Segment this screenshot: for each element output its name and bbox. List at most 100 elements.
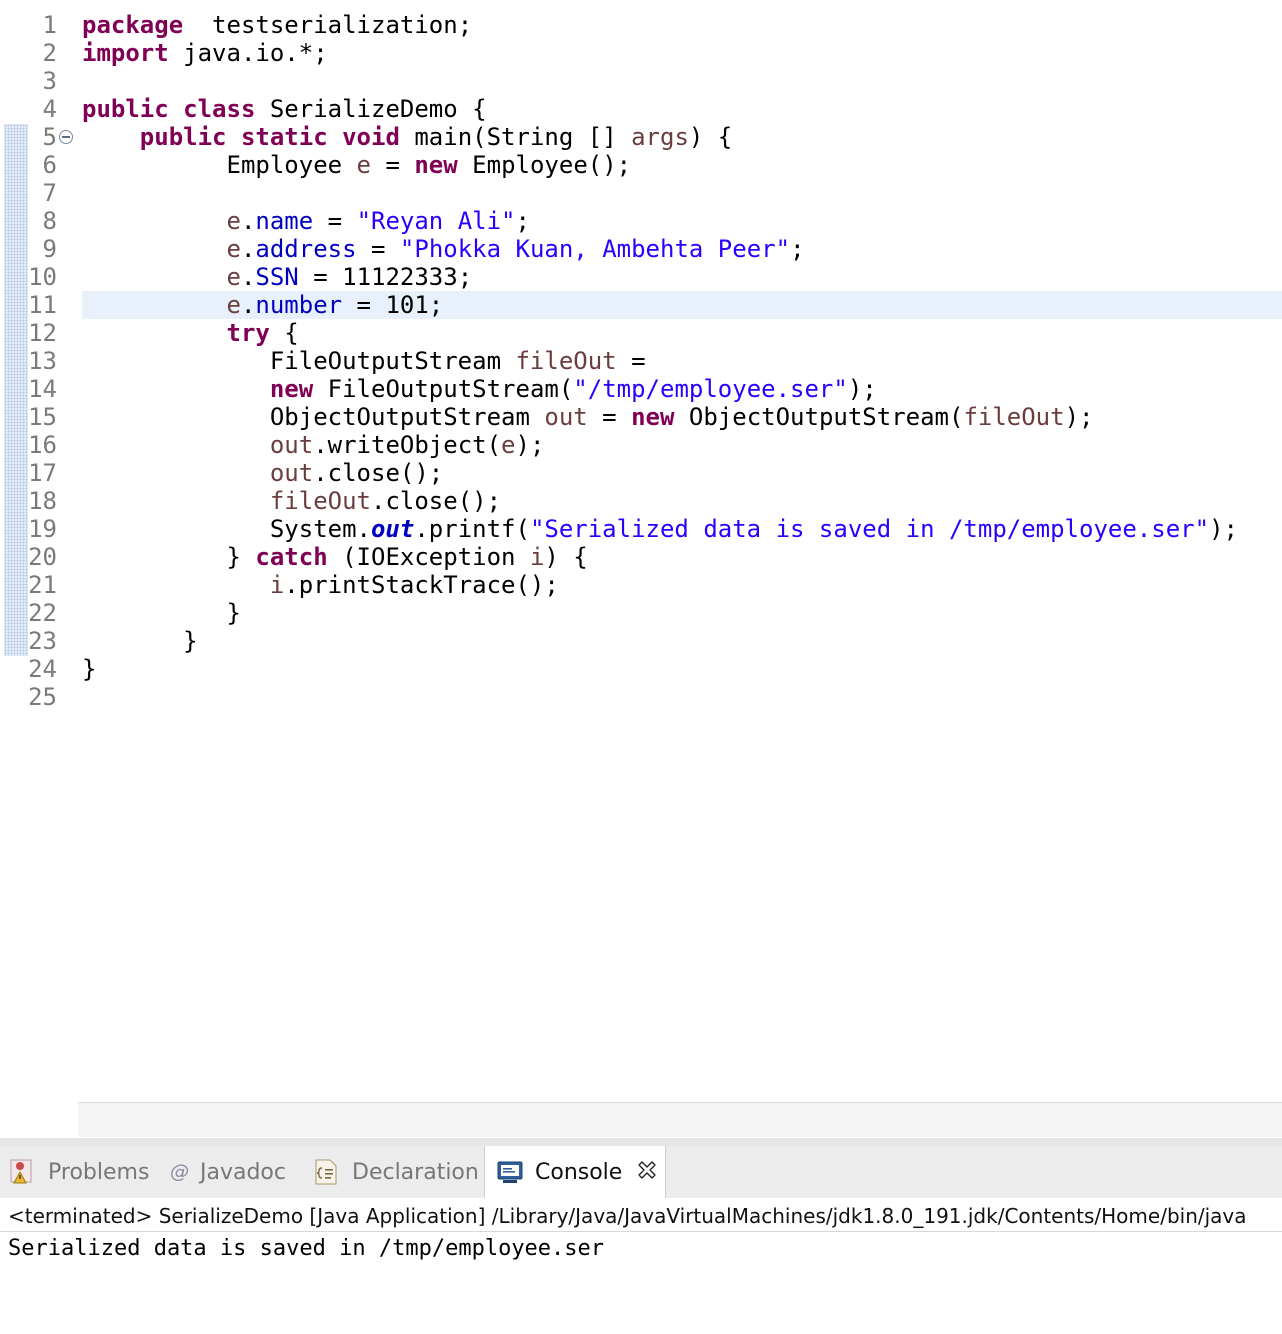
code-line[interactable]: System.out.printf("Serialized data is sa… xyxy=(82,515,1282,543)
code-line[interactable]: Employee e = new Employee(); xyxy=(82,151,1282,179)
line-number: 7 xyxy=(42,179,57,207)
tab-declaration[interactable]: Declaration xyxy=(312,1146,479,1198)
close-tab-icon[interactable] xyxy=(636,1159,658,1186)
code-token: e xyxy=(226,207,241,235)
code-token: catch xyxy=(255,543,328,571)
tab-console[interactable]: Console xyxy=(484,1146,666,1198)
line-number: 4 xyxy=(42,95,57,123)
code-token: out xyxy=(269,459,314,487)
code-line[interactable] xyxy=(82,179,1282,207)
code-token: SSN xyxy=(255,263,299,291)
line-number: 5 xyxy=(42,123,57,151)
code-token: i xyxy=(529,543,545,571)
code-line[interactable]: e.name = "Reyan Ali"; xyxy=(82,207,1282,235)
code-token: ) { xyxy=(544,543,588,571)
code-token: .writeObject( xyxy=(313,431,502,459)
code-line[interactable]: try { xyxy=(82,319,1282,347)
code-token: } xyxy=(82,627,198,655)
code-token: .close(); xyxy=(371,487,502,515)
bottom-panel-tabbar: Problems @ Javadoc Declaration Console xyxy=(0,1146,1282,1198)
code-line[interactable]: } catch (IOException i) { xyxy=(82,543,1282,571)
console-output-text: Serialized data is saved in /tmp/employe… xyxy=(8,1236,605,1261)
code-line[interactable]: fileOut.close(); xyxy=(82,487,1282,515)
code-line[interactable]: public class SerializeDemo { xyxy=(82,95,1282,123)
code-token: void xyxy=(342,123,400,151)
code-token: testserialization; xyxy=(183,11,473,39)
at-sign-icon: @ xyxy=(168,1157,190,1187)
code-line[interactable]: out.close(); xyxy=(82,459,1282,487)
tab-javadoc-label: Javadoc xyxy=(200,1159,286,1185)
tab-console-label: Console xyxy=(535,1159,623,1185)
code-token: . xyxy=(240,291,256,319)
code-text-area[interactable]: package testserialization; import java.io… xyxy=(82,11,1282,711)
code-line[interactable]: FileOutputStream fileOut = xyxy=(82,347,1282,375)
console-output-area[interactable]: Serialized data is saved in /tmp/employe… xyxy=(0,1232,1282,1334)
code-token: e xyxy=(226,291,241,319)
line-number: 8 xyxy=(42,207,57,235)
code-line[interactable]: } xyxy=(82,655,1282,683)
line-number: 13 xyxy=(28,347,57,375)
code-token: import xyxy=(82,39,169,67)
code-token: i xyxy=(269,571,285,599)
fold-collapse-icon[interactable] xyxy=(59,130,73,144)
code-token: = xyxy=(587,403,632,431)
line-number: 19 xyxy=(28,515,57,543)
code-token: { xyxy=(269,319,299,347)
line-number: 25 xyxy=(28,683,57,711)
code-line[interactable]: public static void main(String [] args) … xyxy=(82,123,1282,151)
code-token: e xyxy=(226,263,241,291)
code-editor[interactable]: 1 2 3 4 5 6 7 8 9 10 11 12 13 14 15 16 17 18 19 20 21 22 23 24 2… xyxy=(0,0,1282,1138)
code-token: = xyxy=(371,151,415,179)
code-token: ObjectOutputStream xyxy=(82,403,545,431)
code-token: = xyxy=(313,207,357,235)
code-token: public xyxy=(82,95,169,123)
code-token: ); xyxy=(1064,403,1094,431)
code-line[interactable]: out.writeObject(e); xyxy=(82,431,1282,459)
code-token: new xyxy=(631,403,675,431)
code-line[interactable]: new FileOutputStream("/tmp/employee.ser"… xyxy=(82,375,1282,403)
code-token: fileOut xyxy=(963,403,1065,431)
code-token: e xyxy=(501,431,516,459)
code-line[interactable]: i.printStackTrace(); xyxy=(82,571,1282,599)
code-token: out xyxy=(269,431,314,459)
code-token: } xyxy=(82,599,241,627)
code-token: FileOutputStream( xyxy=(313,375,574,403)
line-number: 6 xyxy=(42,151,57,179)
line-number: 21 xyxy=(28,571,57,599)
code-token: ); xyxy=(1209,515,1238,543)
horizontal-scrollbar[interactable] xyxy=(78,1102,1282,1137)
code-token: .printf( xyxy=(414,515,530,543)
line-number: 24 xyxy=(28,655,57,683)
code-line[interactable] xyxy=(82,683,1282,711)
code-line[interactable] xyxy=(82,67,1282,95)
code-line[interactable]: e.address = "Phokka Kuan, Ambehta Peer"; xyxy=(82,235,1282,263)
code-token: new xyxy=(414,151,458,179)
code-token: static xyxy=(240,123,328,151)
code-token: System. xyxy=(82,515,371,543)
code-line[interactable]: e.number = 101; xyxy=(82,291,1282,319)
panel-splitter[interactable] xyxy=(0,1138,1282,1146)
code-token: ); xyxy=(847,375,877,403)
code-token: = 101; xyxy=(342,291,444,319)
code-token: java.io.*; xyxy=(168,39,328,67)
line-number: 15 xyxy=(28,403,57,431)
code-token: e xyxy=(226,235,241,263)
code-line[interactable]: } xyxy=(82,599,1282,627)
code-token: SerializeDemo { xyxy=(255,95,487,123)
tab-problems[interactable]: Problems xyxy=(8,1146,149,1198)
problems-icon xyxy=(8,1157,38,1187)
code-line[interactable]: package testserialization; xyxy=(82,11,1282,39)
tab-javadoc[interactable]: @ Javadoc xyxy=(168,1146,286,1198)
code-line[interactable]: } xyxy=(82,627,1282,655)
code-line[interactable]: ObjectOutputStream out = new ObjectOutpu… xyxy=(82,403,1282,431)
line-number: 23 xyxy=(28,627,57,655)
code-line[interactable]: e.SSN = 11122333; xyxy=(82,263,1282,291)
code-line[interactable]: import java.io.*; xyxy=(82,39,1282,67)
